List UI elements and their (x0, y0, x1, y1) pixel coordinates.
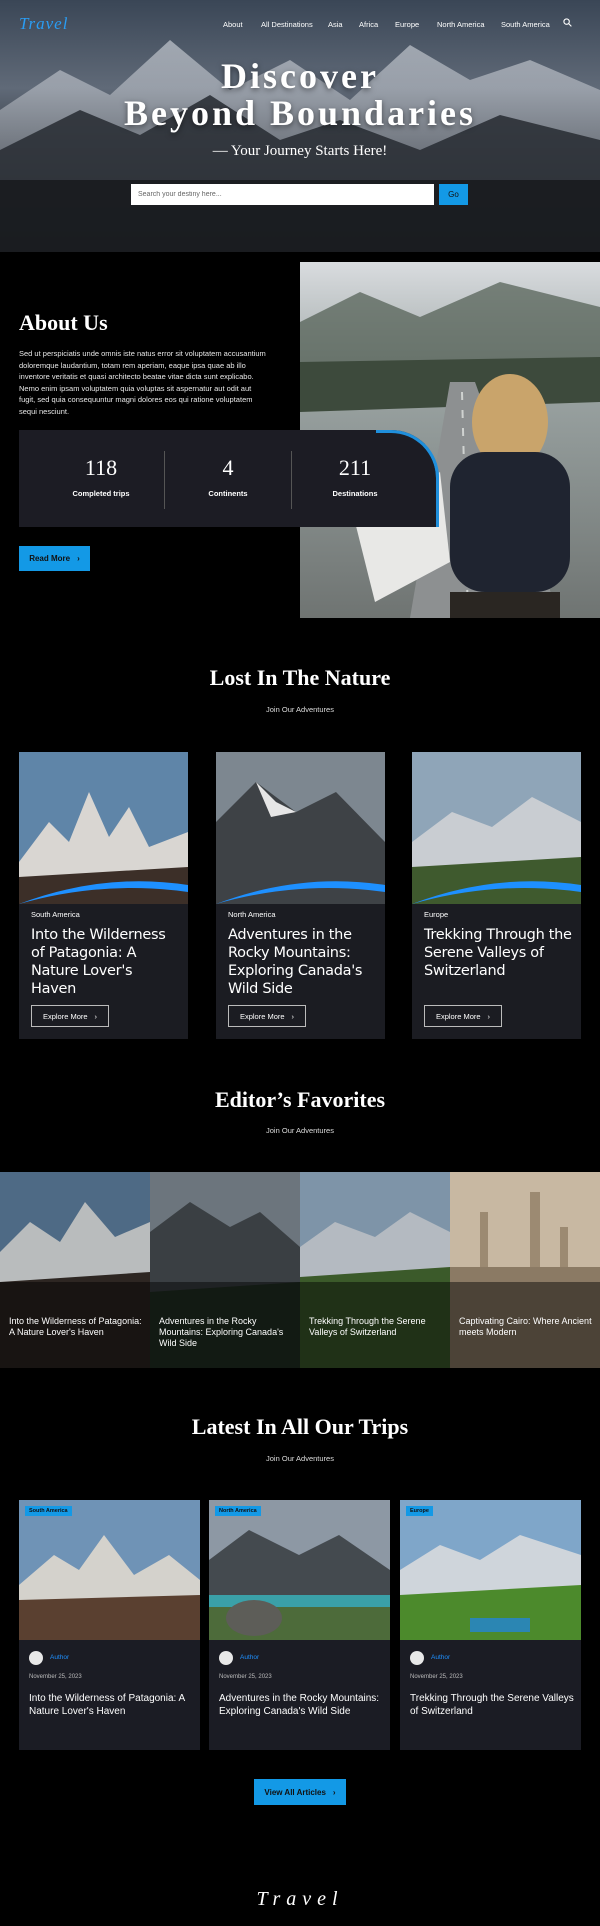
favorite-card[interactable]: Captivating Cairo: Where Ancient meets M… (450, 1172, 600, 1368)
latest-section-title: Latest In All Our Trips (191, 1414, 409, 1439)
about-text: Sed ut perspiciatis unde omnis iste natu… (19, 349, 266, 416)
hero-title-line2: Beyond Boundaries (123, 93, 477, 133)
nav-item-all-destinations[interactable]: All Destinations (261, 20, 313, 29)
read-more-label: Read More (29, 554, 71, 563)
stat-label: Destinations (332, 489, 378, 498)
post-date: November 25, 2023 (410, 1674, 463, 1680)
stat-divider (291, 451, 292, 509)
chevron-right-icon: › (77, 554, 80, 563)
stat-completed-trips: 118 Completed trips (41, 455, 161, 498)
card-title[interactable]: Into the Wilderness of Patagonia: A Natu… (31, 926, 181, 998)
nature-section-title: Lost In The Nature (209, 665, 391, 690)
latest-card[interactable]: Europe Author November 25, 2023 Trekking… (400, 1500, 581, 1750)
latest-card[interactable]: South America Author November 25, 2023 I… (19, 1500, 200, 1750)
explore-more-button[interactable]: Explore More › (424, 1005, 502, 1027)
card-image (400, 1500, 581, 1640)
nature-card[interactable]: North America Adventures in the Rocky Mo… (216, 752, 385, 1039)
chevron-right-icon: › (332, 1787, 336, 1797)
card-title[interactable]: Trekking Through the Serene Valleys of S… (424, 926, 574, 980)
view-all-label: View All Articles (264, 1787, 326, 1797)
favorite-image (300, 1172, 450, 1368)
nav-item-north-america[interactable]: North America (437, 20, 485, 29)
favorite-card[interactable]: Into the Wilderness of Patagonia: A Natu… (0, 1172, 150, 1368)
stat-continents: 4 Continents (168, 455, 288, 498)
nature-section-subtitle: Join Our Adventures (266, 705, 334, 714)
favorite-title: Adventures in the Rocky Mountains: Explo… (159, 1316, 284, 1348)
stat-label: Completed trips (72, 489, 130, 498)
favorites-section-title: Editor’s Favorites (214, 1087, 386, 1112)
favorite-card[interactable]: Trekking Through the Serene Valleys of S… (300, 1172, 450, 1368)
stats-panel: 118 Completed trips 4 Continents 211 Des… (19, 430, 439, 527)
footer-logo[interactable]: Travel (0, 1888, 600, 1911)
stat-destinations: 211 Destinations (295, 455, 415, 498)
stat-label: Continents (208, 489, 248, 498)
nav-item-africa[interactable]: Africa (359, 20, 378, 29)
explore-more-button[interactable]: Explore More › (31, 1005, 109, 1027)
card-category: South America (31, 910, 80, 919)
favorite-title: Captivating Cairo: Where Ancient meets M… (459, 1316, 592, 1337)
hero-section: Travel About All Destinations Asia Afric… (0, 0, 600, 252)
latest-section-subtitle: Join Our Adventures (266, 1454, 334, 1463)
card-image (19, 1500, 200, 1640)
card-title[interactable]: Adventures in the Rocky Mountains: Explo… (219, 1693, 384, 1718)
stat-value: 4 (222, 455, 234, 480)
card-image (412, 752, 581, 904)
chevron-right-icon: › (487, 1011, 491, 1021)
category-badge[interactable]: Europe (406, 1506, 433, 1516)
explore-label: Explore More (42, 1011, 88, 1021)
card-image (209, 1500, 390, 1640)
card-title[interactable]: Adventures in the Rocky Mountains: Explo… (228, 926, 378, 998)
main-nav: About All Destinations Asia Africa Europ… (0, 18, 600, 34)
card-image (19, 752, 188, 904)
stat-divider (164, 451, 165, 509)
destination-search-input[interactable] (131, 184, 434, 205)
view-all-articles-button[interactable]: View All Articles › (254, 1779, 346, 1805)
card-title[interactable]: Into the Wilderness of Patagonia: A Natu… (29, 1693, 194, 1718)
chevron-right-icon: › (291, 1011, 295, 1021)
hero-subtitle: — Your Journey Starts Here! (212, 143, 388, 159)
stat-value: 211 (338, 455, 372, 480)
favorite-title: Trekking Through the Serene Valleys of S… (309, 1316, 426, 1337)
latest-card[interactable]: North America Author November 25, 2023 A… (209, 1500, 390, 1750)
nav-item-south-america[interactable]: South America (501, 20, 550, 29)
nav-item-europe[interactable]: Europe (395, 20, 419, 29)
nature-card[interactable]: South America Into the Wilderness of Pat… (19, 752, 188, 1039)
nav-item-about[interactable]: About (223, 20, 243, 29)
search-go-button[interactable]: Go (439, 184, 468, 205)
card-title[interactable]: Trekking Through the Serene Valleys of S… (410, 1693, 575, 1718)
nature-card[interactable]: Europe Trekking Through the Serene Valle… (412, 752, 581, 1039)
card-category: North America (228, 910, 276, 919)
favorites-section-subtitle: Join Our Adventures (266, 1126, 334, 1135)
author-link[interactable]: Author (50, 1654, 69, 1661)
read-more-button[interactable]: Read More › (19, 546, 90, 571)
explore-label: Explore More (435, 1011, 481, 1021)
avatar (29, 1651, 43, 1665)
post-date: November 25, 2023 (219, 1674, 272, 1680)
stat-value: 118 (84, 455, 118, 480)
hero-title-line1: Discover (221, 56, 379, 96)
explore-more-button[interactable]: Explore More › (228, 1005, 306, 1027)
search-icon[interactable] (563, 18, 572, 29)
card-category: Europe (424, 910, 449, 919)
favorite-title: Into the Wilderness of Patagonia: A Natu… (9, 1316, 142, 1337)
favorite-image (0, 1172, 150, 1368)
post-date: November 25, 2023 (29, 1674, 82, 1680)
category-badge[interactable]: South America (25, 1506, 72, 1516)
category-badge[interactable]: North America (215, 1506, 261, 1516)
nav-item-asia[interactable]: Asia (328, 20, 343, 29)
favorite-card[interactable]: Adventures in the Rocky Mountains: Explo… (150, 1172, 300, 1368)
explore-label: Explore More (239, 1011, 285, 1021)
favorite-image (450, 1172, 600, 1368)
author-link[interactable]: Author (240, 1654, 259, 1661)
author-link[interactable]: Author (431, 1654, 450, 1661)
avatar (219, 1651, 233, 1665)
about-title: About Us (19, 310, 108, 335)
avatar (410, 1651, 424, 1665)
card-image (216, 752, 385, 904)
chevron-right-icon: › (94, 1011, 98, 1021)
